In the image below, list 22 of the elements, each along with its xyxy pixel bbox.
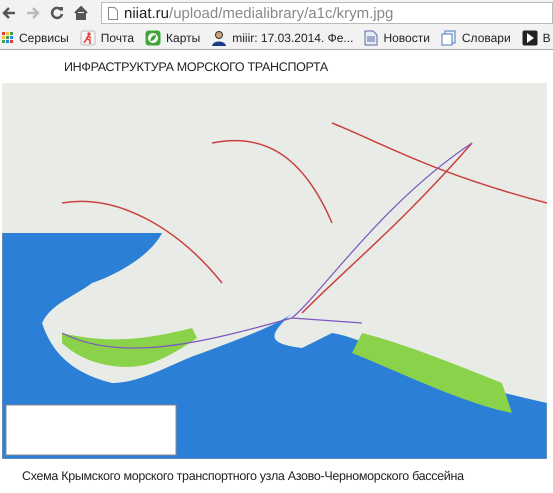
bookmark-link[interactable]: Почта [80, 28, 134, 46]
home-icon[interactable] [74, 6, 88, 20]
running-figure-icon [80, 30, 96, 46]
leaf-icon [145, 30, 162, 46]
page-icon [108, 6, 118, 20]
play-icon [522, 30, 538, 46]
image-title: ИНФРАСТРУКТУРА МОРСКОГО ТРАНСПОРТА [64, 59, 328, 76]
back-arrow-icon[interactable] [2, 6, 16, 20]
bookmark-link[interactable]: miiir: 17.03.2014. Фе... [211, 28, 354, 46]
apps-grid-icon [2, 32, 14, 44]
bookmark-link[interactable]: Словари [440, 28, 511, 46]
image-caption: Схема Крымского морского транспортного узла Азово-Черноморского бассейна [22, 468, 464, 485]
address-bar[interactable]: niiat.ru/upload/medialibrary/a1c/krym.jpg [101, 2, 553, 24]
bookmark-link[interactable]: Карты [145, 28, 200, 46]
bookmark-link[interactable]: В [522, 28, 551, 46]
pages-icon [440, 30, 457, 46]
url-text: niiat.ru/upload/medialibrary/a1c/krym.jpg [124, 6, 394, 20]
document-icon [364, 30, 378, 46]
bookmark-link[interactable]: Сервисы [2, 28, 69, 46]
bookmark-link[interactable]: Новости [364, 28, 430, 46]
reload-icon[interactable] [50, 6, 64, 20]
person-icon [211, 30, 228, 46]
